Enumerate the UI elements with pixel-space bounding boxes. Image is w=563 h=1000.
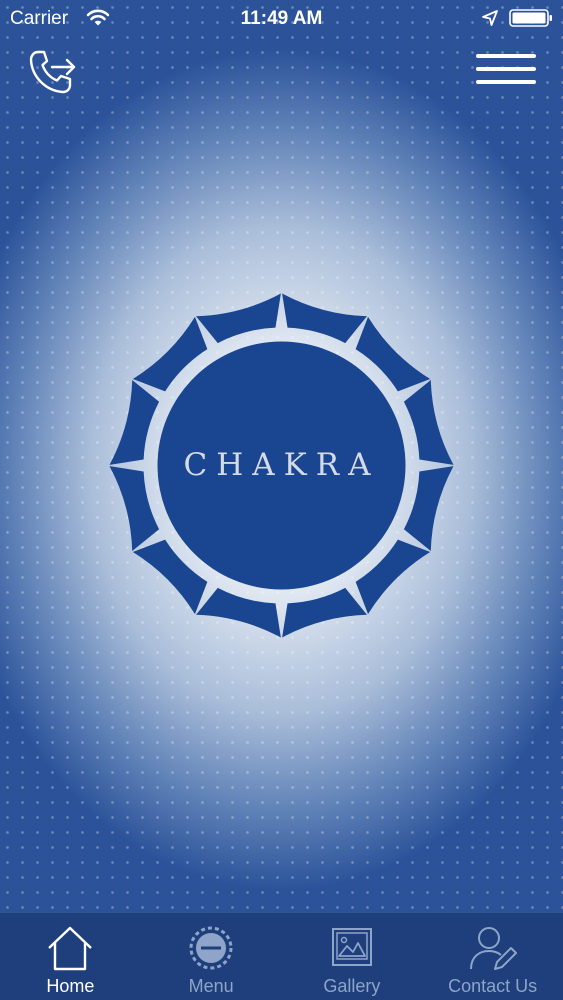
tab-bar: Home Menu Gallery Contact Us — [0, 912, 563, 1000]
status-bar: Carrier 11:49 AM — [0, 0, 563, 38]
phone-arrow-icon — [29, 50, 76, 94]
tab-home[interactable]: Home — [0, 913, 141, 1000]
app-screen: Carrier 11:49 AM CHAKRA Home Menu Galler… — [0, 0, 563, 1000]
tab-gallery-label: Gallery — [323, 976, 381, 996]
logo-petal — [282, 587, 367, 638]
tab-home-label: Home — [46, 976, 95, 996]
tab-menu[interactable]: Menu — [141, 913, 282, 1000]
gallery-icon — [331, 928, 372, 966]
hamburger-menu-button[interactable] — [476, 54, 536, 92]
logo-petal — [196, 587, 281, 638]
logo-text: CHAKRA — [183, 447, 380, 483]
hamburger-menu-icon-bar — [476, 67, 536, 71]
call-button[interactable] — [26, 48, 80, 98]
tab-gallery[interactable]: Gallery — [282, 913, 423, 1000]
tab-contact-us-label: Contact Us — [448, 976, 538, 996]
contact-icon — [469, 927, 517, 970]
logo-petal — [196, 293, 281, 344]
status-time: 11:49 AM — [240, 8, 323, 29]
home-icon — [48, 926, 93, 971]
logo-petal — [282, 293, 367, 344]
battery-icon — [509, 9, 552, 27]
hamburger-menu-icon-bar — [476, 80, 536, 84]
tab-contact-us[interactable]: Contact Us — [422, 913, 563, 1000]
hamburger-menu-icon-bar — [476, 54, 536, 58]
location-arrow-icon — [482, 10, 498, 26]
tab-menu-label: Menu — [188, 976, 234, 996]
chakra-logo-icon — [189, 926, 233, 970]
